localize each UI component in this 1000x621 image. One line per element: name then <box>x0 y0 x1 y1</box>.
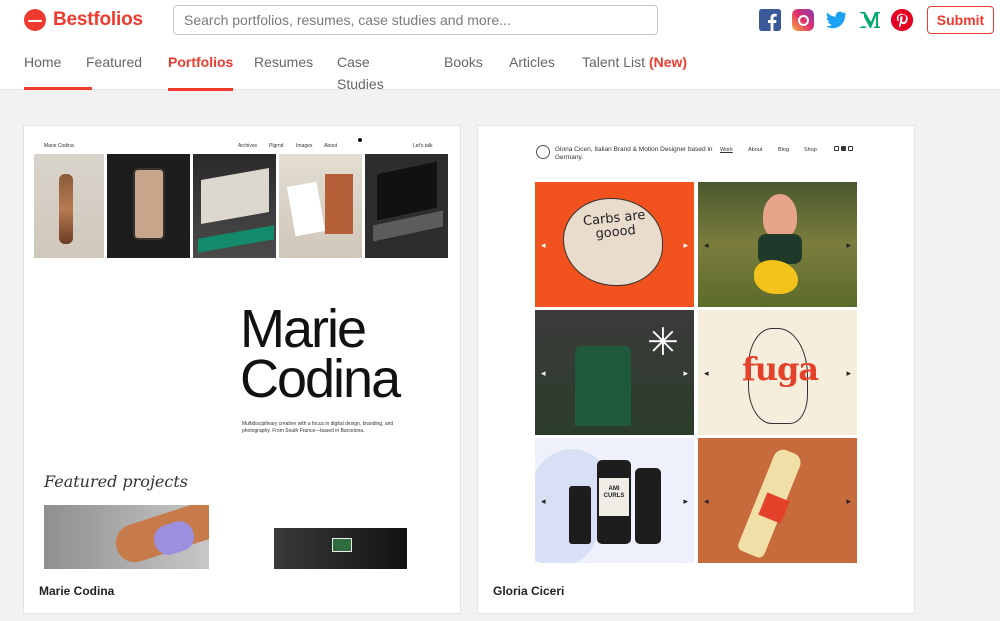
preview-project-grid: Carbs are goood ◂ ▸ ◂ ▸ ✳ ◂ ▸ fuga ◂ ▸ A… <box>535 182 857 564</box>
preview-menu-shop: Shop <box>804 147 817 153</box>
preview-menu-plgrnd: Plgrnd <box>269 143 284 149</box>
tab-talent-list-label: Talent List <box>582 54 646 70</box>
preview-tile-fuga: fuga ◂ ▸ <box>698 310 857 435</box>
medium-icon[interactable] <box>858 9 880 31</box>
home-underline <box>24 87 92 90</box>
preview-tile-wine: ◂ ▸ <box>698 438 857 563</box>
search-input[interactable] <box>173 5 658 35</box>
preview-headline-line-2: Codina <box>240 349 401 409</box>
arrow-left-icon: ◂ <box>541 367 546 378</box>
preview-headline-line-1: Marie <box>240 299 367 359</box>
preview-photo-stones <box>34 154 104 258</box>
preview-menu-images: Images <box>296 143 313 149</box>
tab-featured[interactable]: Featured <box>86 51 142 91</box>
facebook-icon[interactable] <box>759 9 781 31</box>
preview-tile-forest: ◂ ▸ <box>698 182 857 307</box>
tab-books[interactable]: Books <box>444 51 483 91</box>
preview-menu-about: About <box>324 143 338 149</box>
arrow-left-icon: ◂ <box>541 239 546 250</box>
preview-site-name: Marie Codina <box>44 143 74 149</box>
preview-tile-bottles: AMI CURLS ◂ ▸ <box>535 438 694 563</box>
preview-cta: Let's talk <box>413 143 433 149</box>
tab-case-studies[interactable]: Case Studies <box>337 51 384 92</box>
preview-photo-device <box>365 154 448 258</box>
portfolio-card[interactable]: Marie Codina Archives Plgrnd Images Abou… <box>24 126 460 613</box>
new-badge: (New) <box>648 54 688 70</box>
preview-photo-laptop <box>193 154 276 258</box>
preview-heading: Gloria Ciceri, Italian Brand & Motion De… <box>555 146 713 161</box>
arrow-right-icon: ▸ <box>846 367 851 378</box>
preview-photo-phone <box>107 154 190 258</box>
preview-description: Multidisciplinary creative with a focus … <box>242 421 394 434</box>
portfolio-preview-image[interactable]: Gloria Ciceri, Italian Brand & Motion De… <box>478 126 914 576</box>
portfolio-card[interactable]: Gloria Ciceri, Italian Brand & Motion De… <box>478 126 914 613</box>
preview-menu-about: About <box>748 147 763 153</box>
tab-portfolios[interactable]: Portfolios <box>168 51 234 91</box>
pinterest-icon[interactable] <box>891 9 913 31</box>
submit-button[interactable]: Submit <box>927 6 994 34</box>
preview-menu-work: Work <box>720 147 733 153</box>
tab-resumes[interactable]: Resumes <box>254 51 313 91</box>
cursor-dot <box>358 138 362 142</box>
logo[interactable]: Bestfolios <box>24 9 143 31</box>
arrow-right-icon: ▸ <box>683 367 688 378</box>
tab-home[interactable]: Home <box>24 51 61 91</box>
preview-featured-heading: Featured projects <box>44 472 188 491</box>
preview-social-icons <box>834 146 854 152</box>
twitter-icon[interactable] <box>825 9 847 31</box>
preview-tile-carbs: Carbs are goood ◂ ▸ <box>535 182 694 307</box>
arrow-right-icon: ▸ <box>846 239 851 250</box>
tab-talent-list[interactable]: Talent List (New) <box>582 51 687 91</box>
arrow-left-icon: ◂ <box>541 495 546 506</box>
arrow-left-icon: ◂ <box>704 367 709 378</box>
preview-image-strip <box>34 154 451 258</box>
preview-featured-thumb-2 <box>274 528 407 569</box>
preview-menu-archives: Archives <box>238 143 258 149</box>
preview-tile-shirt: ✳ ◂ ▸ <box>535 310 694 435</box>
instagram-icon[interactable] <box>792 9 814 31</box>
preview-featured-thumb-1 <box>44 505 209 569</box>
preview-headline: Marie Codina <box>240 299 401 409</box>
portfolio-preview-image[interactable]: Marie Codina Archives Plgrnd Images Abou… <box>24 126 460 576</box>
arrow-right-icon: ▸ <box>683 239 688 250</box>
social-links <box>759 9 913 31</box>
arrow-right-icon: ▸ <box>683 495 688 506</box>
card-title[interactable]: Marie Codina <box>39 584 114 598</box>
site-header: Bestfolios Submit Home Featured Portfoli… <box>0 0 1000 92</box>
brand-name: Bestfolios <box>53 9 143 30</box>
tab-portfolios-label: Portfolios <box>168 54 234 70</box>
arrow-left-icon: ◂ <box>704 239 709 250</box>
card-title[interactable]: Gloria Ciceri <box>493 584 564 598</box>
bestfolios-logo-icon <box>24 9 46 31</box>
arrow-right-icon: ▸ <box>846 495 851 506</box>
preview-logo-circle <box>536 145 550 159</box>
tab-articles[interactable]: Articles <box>509 51 555 91</box>
preview-menu-blog: Blog <box>778 147 790 153</box>
preview-photo-cards <box>279 154 362 258</box>
preview-tile-bottle-label: AMI CURLS <box>599 478 629 516</box>
preview-tile-fuga-text: fuga <box>742 350 819 388</box>
arrow-left-icon: ◂ <box>704 495 709 506</box>
